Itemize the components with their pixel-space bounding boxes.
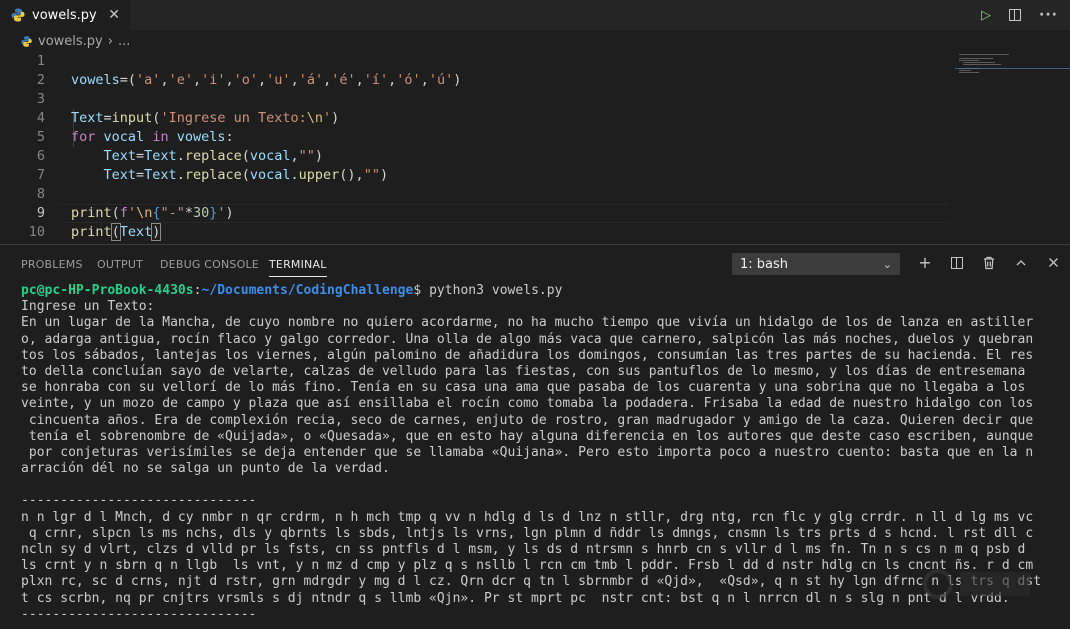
code-line-5[interactable]: Text=Text.replace(vocal,"") [71,147,324,166]
line-number: 1 [36,53,45,69]
code-line-4[interactable]: for vocal in vowels: [71,128,234,147]
split-terminal-icon[interactable] [947,253,967,273]
more-actions-icon[interactable]: ··· [1039,7,1058,23]
breadcrumb-separator: › [107,33,113,49]
terminal-line: Ingrese un Texto: [21,299,155,315]
terminal-selector-value: 1: bash [740,256,789,272]
terminal-line: cincuenta años. Era de complexión recia,… [21,412,1034,428]
terminal-line: to della concluían sayo de velarte, calz… [21,363,1026,379]
code-line-8[interactable]: print(f'\n{"-"*30}') [71,204,234,223]
breadcrumb-symbols[interactable]: ... [118,34,130,49]
watermark [920,564,1040,611]
terminal-line: q crnr, slpcn ls ms nchs, dls y qbrnts l… [21,525,1034,541]
line-number: 5 [36,129,45,145]
run-icon[interactable]: ▷ [981,8,991,23]
split-editor-icon[interactable] [1009,9,1022,21]
minimap-viewport [955,68,1070,69]
terminal-line: tenía el sobrenombre de «Quijada», o «Qu… [21,428,1034,444]
tab-vowels-py[interactable]: vowels.py ✕ [0,0,130,30]
terminal-line: por conjeturas verisímiles se deja enten… [21,444,1034,460]
prompt-command: $ python3 vowels.py [413,283,563,298]
line-number: 3 [36,91,45,107]
chevron-down-icon: ⌄ [882,257,892,271]
bottom-panel: PROBLEMS OUTPUT DEBUG CONSOLE TERMINAL 1… [0,244,1070,629]
line-number: 6 [36,148,45,164]
terminal-line: ------------------------------ [21,493,257,509]
new-terminal-icon[interactable]: + [915,253,935,273]
code-line-3[interactable]: Text=input('Ingrese un Texto:\n') [71,109,339,128]
terminal-output[interactable]: pc@pc-HP-ProBook-4430s:~/Documents/Codin… [21,283,1061,623]
line-number: 8 [36,186,45,202]
prompt-path: ~/Documents/CodingChallenge [201,283,414,298]
tab-debug-console[interactable]: DEBUG CONSOLE [160,258,259,271]
prompt-separator: : [193,283,202,298]
terminal-selector[interactable]: 1: bash ⌄ [732,253,900,275]
terminal-line: plxn rc, sc d crns, njt d rstr, grn mdrg… [21,574,1042,590]
line-number: 4 [36,110,45,126]
code-line-6[interactable]: Text=Text.replace(vocal.upper(),"") [71,166,389,185]
tab-label: vowels.py [32,7,97,23]
terminal-line: se honraba con su vellorí de lo más fino… [21,380,1026,396]
terminal-line: o, adarga antigua, rocín flaco y galgo c… [21,331,1034,347]
code-editor[interactable]: 1 vowels=('a','e','i','o','u','á','é','í… [0,52,1070,259]
tab-output[interactable]: OUTPUT [97,258,143,271]
terminal-lines: Ingrese un Texto: En un lugar de la Manch… [21,299,1061,623]
line-number: 9 [36,205,45,221]
terminal-line: t cs scrbn, nq pr cnjtrs vrsmls s dj ntn… [21,590,1010,606]
code-line-1[interactable]: vowels=('a','e','i','o','u','á','é','í',… [71,71,461,90]
terminal-line: ------------------------------ [21,606,257,622]
line-number: 7 [36,167,45,183]
code-line-9[interactable]: print(Text) [71,223,162,242]
terminal-line: arración dél no se salga un punto de la … [21,461,390,477]
minimap[interactable] [955,52,1070,242]
terminal-line: ls crnt y n sbrn q n llgb ls vnt, y n mz… [21,558,1034,574]
tab-terminal[interactable]: TERMINAL [269,258,327,277]
trash-icon[interactable] [979,253,999,273]
terminal-line: veinte, y un mozo de campo y plaza que a… [21,396,1034,412]
close-icon[interactable]: ✕ [108,8,120,22]
breadcrumb-file[interactable]: vowels.py [38,34,103,49]
terminal-line: ncln sy d vlrt, clzs d vlld pr ls fsts, … [21,542,1026,558]
tab-problems[interactable]: PROBLEMS [21,258,83,271]
panel-tab-bar: PROBLEMS OUTPUT DEBUG CONSOLE TERMINAL 1… [0,245,1070,281]
python-file-icon [10,7,26,23]
close-panel-icon[interactable] [1043,253,1063,273]
terminal-line: En un lugar de la Mancha, de cuyo nombre… [21,315,1034,331]
maximize-panel-icon[interactable] [1011,253,1031,273]
breadcrumb: vowels.py › ... [0,30,1070,52]
terminal-line: tos los sábados, lantejas los viernes, a… [21,347,1034,363]
python-file-icon [20,35,33,48]
editor-tab-bar: vowels.py ✕ ▷ ··· [0,0,1070,30]
terminal-line: n n lgr d l Mnch, d cy nmbr n qr crdrm, … [21,509,1034,525]
line-number: 10 [28,224,45,240]
prompt-user: pc@pc-HP-ProBook-4430s [21,283,194,298]
line-number: 2 [36,72,45,88]
